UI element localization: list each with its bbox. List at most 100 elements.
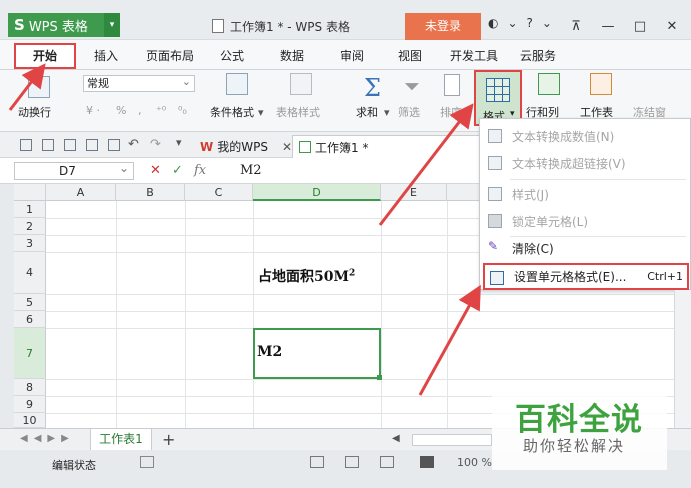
edit-status: 编辑状态 — [52, 459, 96, 472]
tab-formulas[interactable]: 公式 — [220, 47, 244, 64]
tab-workbook1[interactable]: 工作簿1 * — [292, 135, 480, 158]
insert-function-button[interactable]: fx — [194, 163, 206, 178]
open-folder-icon[interactable] — [20, 139, 32, 151]
window-title: 工作簿1 * - WPS 表格 — [212, 16, 350, 36]
export-pdf-icon[interactable] — [64, 139, 76, 151]
row-header-8[interactable]: 8 — [14, 379, 46, 396]
sort-button[interactable]: 排序 — [440, 104, 462, 120]
sort-icon[interactable] — [444, 74, 460, 96]
row-header-4[interactable]: 4 — [14, 252, 46, 294]
table-style-button[interactable]: 表格样式 — [276, 104, 320, 120]
undo-icon[interactable]: ↶ — [128, 137, 139, 152]
print-icon[interactable] — [86, 139, 98, 151]
normal-view-icon[interactable] — [310, 456, 324, 468]
select-all-corner[interactable] — [14, 184, 46, 201]
wrap-text-button[interactable]: 动换行 — [18, 104, 51, 120]
row-header-9[interactable]: 9 — [14, 396, 46, 413]
cancel-formula-icon[interactable]: ✕ — [150, 163, 161, 178]
tab-cloud[interactable]: 云服务 — [520, 47, 556, 64]
row-header-1[interactable]: 1 — [14, 201, 46, 218]
formula-input[interactable]: M2 — [240, 163, 262, 178]
skin-icon[interactable]: ◐ — [488, 16, 498, 30]
save-icon[interactable] — [42, 139, 54, 151]
conditional-format-icon[interactable] — [226, 73, 248, 95]
tab-review[interactable]: 审阅 — [340, 47, 364, 64]
percent-button[interactable]: % — [116, 104, 126, 117]
page-break-view-icon[interactable] — [380, 456, 394, 468]
macro-icon[interactable] — [140, 456, 154, 468]
menu-item-lock-cell[interactable]: 锁定单元格(L) — [480, 208, 691, 235]
rows-columns-icon[interactable] — [538, 73, 560, 95]
print-preview-icon[interactable] — [108, 139, 120, 151]
confirm-formula-icon[interactable]: ✓ — [172, 163, 183, 178]
reading-mode-icon[interactable] — [420, 456, 434, 468]
column-header-e[interactable]: E — [381, 184, 447, 201]
tab-my-wps[interactable]: W 我的WPS ✕ — [194, 135, 298, 158]
tab-insert[interactable]: 插入 — [94, 47, 118, 64]
wps-app-menu-button[interactable]: S WPS 表格 ▾ — [8, 13, 120, 37]
tab-developer[interactable]: 开发工具 — [450, 47, 498, 64]
scroll-left-icon[interactable]: ◀ — [392, 433, 400, 444]
vertical-scrollbar[interactable] — [674, 290, 691, 428]
tab-page-layout[interactable]: 页面布局 — [146, 47, 194, 64]
restore-ribbon-icon[interactable]: ⊼ — [560, 13, 592, 40]
decrease-decimal-icon[interactable]: ⁰₀ — [178, 104, 187, 117]
menu-separator — [510, 179, 686, 180]
comma-style-icon[interactable]: , — [138, 104, 142, 117]
cell-d7[interactable]: M2 — [257, 344, 282, 360]
horizontal-scrollbar[interactable] — [412, 434, 492, 446]
maximize-button[interactable]: □ — [624, 13, 656, 40]
table-style-icon[interactable] — [290, 73, 312, 95]
row-header-2[interactable]: 2 — [14, 218, 46, 235]
conditional-format-button[interactable]: 条件格式 — [210, 104, 254, 120]
wrap-text-icon[interactable] — [28, 76, 50, 98]
title-bar: S WPS 表格 ▾ 工作簿1 * - WPS 表格 未登录 ◐ ⌄ ? ⌄ ⊼… — [0, 0, 691, 40]
column-header-c[interactable]: C — [185, 184, 253, 201]
menu-item-clear[interactable]: ✎ 清除(C) — [480, 235, 691, 262]
sum-icon[interactable]: Σ — [364, 74, 381, 102]
tab-home[interactable]: 开始 — [14, 43, 76, 69]
name-box[interactable]: D7 — [14, 160, 134, 180]
chevron-down-icon[interactable]: ▾ — [384, 106, 390, 119]
zoom-value[interactable]: 100 % — [457, 456, 492, 469]
help-button[interactable]: ? — [527, 16, 533, 30]
row-header-6[interactable]: 6 — [14, 311, 46, 328]
customize-toolbar-icon[interactable]: ▾ — [176, 136, 182, 149]
fill-handle[interactable] — [377, 375, 382, 380]
sum-button[interactable]: 求和 — [356, 104, 378, 120]
watermark-logo: 百科全说 助你轻松解决 — [492, 380, 667, 470]
tab-data[interactable]: 数据 — [280, 47, 304, 64]
row-header-5[interactable]: 5 — [14, 294, 46, 311]
currency-icon[interactable]: ¥ · — [86, 104, 100, 117]
row-header-7[interactable]: 7 — [14, 328, 46, 379]
filter-button[interactable]: 筛选 — [398, 104, 420, 120]
chevron-down-icon[interactable]: ▾ — [104, 13, 120, 37]
sheet-tab-1[interactable]: 工作表1 — [90, 429, 152, 451]
number-format-select[interactable]: 常规 — [83, 74, 195, 92]
menu-item-text-to-hyperlink[interactable]: 文本转换成超链接(V) — [480, 150, 691, 177]
menu-item-text-to-number[interactable]: 文本转换成数值(N) — [480, 123, 691, 150]
column-header-d[interactable]: D — [253, 184, 381, 201]
sheet-nav-arrows-icon[interactable]: ◀◀▶▶ — [20, 433, 75, 444]
cell-d4[interactable]: 占地面积50M2 — [258, 266, 355, 286]
menu-item-style[interactable]: 样式(J) — [480, 181, 691, 208]
row-header-10[interactable]: 10 — [14, 413, 46, 428]
dropdown-icon[interactable]: ⌄ — [507, 16, 517, 30]
page-layout-view-icon[interactable] — [345, 456, 359, 468]
login-button[interactable]: 未登录 — [405, 13, 481, 40]
filter-icon[interactable]: ⏷ — [404, 74, 420, 98]
tab-view[interactable]: 视图 — [398, 47, 422, 64]
row-header-3[interactable]: 3 — [14, 235, 46, 252]
help-dropdown-icon[interactable]: ⌄ — [542, 16, 552, 30]
close-icon[interactable]: ✕ — [282, 140, 292, 154]
column-header-a[interactable]: A — [46, 184, 116, 201]
minimize-button[interactable]: — — [592, 13, 624, 40]
worksheet-icon[interactable] — [590, 73, 612, 95]
redo-icon[interactable]: ↷ — [150, 137, 161, 152]
increase-decimal-icon[interactable]: ⁺⁰ — [156, 104, 166, 117]
menu-item-format-cells[interactable]: 设置单元格格式(E)... Ctrl+1 — [483, 263, 689, 290]
close-button[interactable]: ✕ — [656, 13, 688, 40]
column-header-b[interactable]: B — [116, 184, 185, 201]
add-sheet-button[interactable]: + — [162, 430, 175, 449]
chevron-down-icon[interactable]: ▾ — [258, 106, 264, 119]
